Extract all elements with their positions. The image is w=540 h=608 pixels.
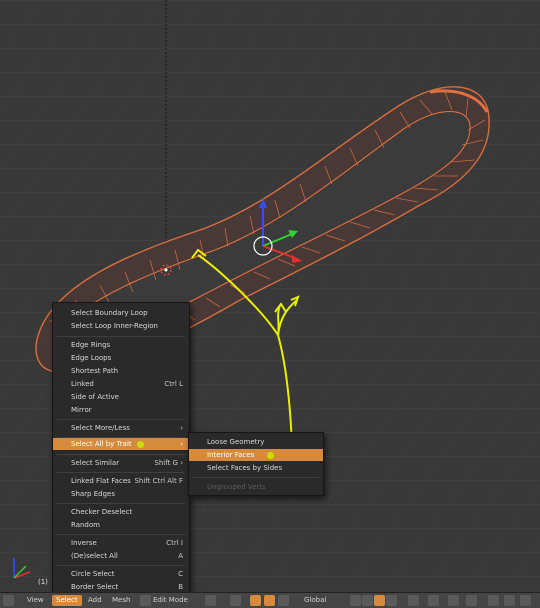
menu-item-shortcut: A (178, 552, 183, 560)
cursor-highlight-dot (137, 441, 144, 448)
menu-item-circle-select[interactable]: Circle Select C (53, 568, 189, 580)
menu-item-shortcut: Ctrl L (164, 380, 183, 388)
menu-item-select-boundary-loop[interactable]: Select Boundary Loop (53, 307, 189, 319)
menu-item-label: Circle Select (71, 570, 115, 578)
menu-item-shortcut: C (178, 570, 183, 578)
overlay-icon[interactable] (520, 595, 531, 606)
menu-item-shortcut: Ctrl I (166, 539, 183, 547)
menu-separator (57, 336, 185, 337)
render-icon[interactable] (488, 595, 499, 606)
menu-item-label: Border Select (71, 583, 119, 591)
menu-item-label: Select Similar (71, 459, 120, 467)
edit-mode-icon (140, 595, 151, 606)
layer-icon[interactable] (350, 595, 361, 606)
submenu-item-interior-faces[interactable]: Interior Faces (189, 449, 323, 461)
menu-separator (57, 472, 185, 473)
viewport-shading-icon[interactable] (205, 595, 216, 606)
viewport-header: View Select Add Mesh Edit Mode Global (0, 592, 540, 608)
frame-label: (1) (38, 578, 48, 586)
menu-item-inverse[interactable]: Inverse Ctrl I (53, 537, 189, 549)
vertex-select-icon[interactable] (362, 595, 373, 606)
menu-item-label: Edge Loops (71, 354, 112, 362)
menu-item-sharp-edges[interactable]: Sharp Edges (53, 488, 189, 500)
face-select-icon[interactable] (386, 595, 397, 606)
menu-item-select-loop-inner-region[interactable]: Select Loop Inner-Region (53, 320, 189, 332)
menu-item-label: (De)select All (71, 552, 118, 560)
mode-selector[interactable]: Edit Mode (153, 595, 188, 606)
submenu-arrow-icon: › (180, 440, 183, 448)
edge-select-icon[interactable] (374, 595, 385, 606)
snap-element-icon[interactable] (466, 595, 477, 606)
menu-item-side-of-active[interactable]: Side of Active (53, 391, 189, 403)
menu-item-select-more-less[interactable]: Select More/Less › (53, 422, 189, 434)
submenu-arrow-icon: › (180, 424, 183, 432)
menu-item-label: Select More/Less (71, 424, 130, 432)
menu-separator (57, 454, 185, 455)
pivot-point-icon[interactable] (230, 595, 241, 606)
menu-separator (57, 534, 185, 535)
menu-item-deselect-all[interactable]: (De)select All A (53, 550, 189, 562)
menu-item-linked-flat-faces[interactable]: Linked Flat Faces Shift Ctrl Alt F (53, 475, 189, 487)
menu-item-label: Select Boundary Loop (71, 309, 148, 317)
menu-separator (193, 477, 319, 478)
menu-item-label: Checker Deselect (71, 508, 133, 516)
menu-item-edge-loops[interactable]: Edge Loops (53, 352, 189, 364)
proportional-edit-icon[interactable] (428, 595, 439, 606)
menu-item-shortcut: Shift G › (154, 459, 183, 467)
select-all-by-trait-submenu: Loose Geometry Interior Faces Select Fac… (188, 432, 324, 496)
menu-separator (57, 419, 185, 420)
translate-icon[interactable] (264, 595, 275, 606)
menu-item-label: Linked Flat Faces (71, 477, 131, 485)
menu-item-edge-rings[interactable]: Edge Rings (53, 339, 189, 351)
snap-icon[interactable] (448, 595, 459, 606)
menu-item-label: Interior Faces (207, 451, 255, 459)
menu-item-label: Select Loop Inner-Region (71, 322, 158, 330)
menu-item-label: Inverse (71, 539, 97, 547)
rotate-icon[interactable] (278, 595, 289, 606)
select-menu-button[interactable]: Select (52, 595, 82, 606)
menu-item-label: Shortest Path (71, 367, 119, 375)
menu-item-select-similar[interactable]: Select Similar Shift G › (53, 457, 189, 469)
menu-item-label: Edge Rings (71, 341, 111, 349)
menu-item-shortcut: Shift Ctrl Alt F (134, 477, 183, 485)
menu-item-random[interactable]: Random (53, 519, 189, 531)
editor-type-icon[interactable] (3, 595, 14, 606)
view-menu[interactable]: View (27, 595, 44, 606)
menu-item-label: Sharp Edges (71, 490, 115, 498)
transform-orientation[interactable]: Global (304, 595, 326, 606)
cursor-highlight-dot (267, 452, 274, 459)
menu-item-label: Select All by Trait (71, 440, 132, 448)
occlude-geometry-icon[interactable] (408, 595, 419, 606)
menu-item-label: Mirror (71, 406, 92, 414)
menu-separator (57, 565, 185, 566)
submenu-item-loose-geometry[interactable]: Loose Geometry (189, 436, 323, 448)
menu-item-label: Linked (71, 380, 94, 388)
menu-item-linked[interactable]: Linked Ctrl L (53, 378, 189, 390)
submenu-item-select-faces-by-sides[interactable]: Select Faces by Sides (189, 462, 323, 474)
camera-icon[interactable] (504, 595, 515, 606)
manipulator-icon[interactable] (250, 595, 261, 606)
menu-item-label: Select Faces by Sides (207, 464, 283, 472)
submenu-item-ungrouped-verts: Ungrouped Verts (189, 481, 323, 493)
menu-item-label: Side of Active (71, 393, 119, 401)
add-menu[interactable]: Add (88, 595, 102, 606)
menu-item-checker-deselect[interactable]: Checker Deselect (53, 506, 189, 518)
menu-separator (57, 503, 185, 504)
menu-item-label: Ungrouped Verts (207, 483, 266, 491)
menu-item-mirror[interactable]: Mirror (53, 404, 189, 416)
menu-item-label: Random (71, 521, 100, 529)
menu-item-label: Loose Geometry (207, 438, 265, 446)
select-menu: Select Boundary Loop Select Loop Inner-R… (52, 302, 190, 596)
mesh-menu[interactable]: Mesh (112, 595, 130, 606)
menu-item-select-all-by-trait[interactable]: Select All by Trait › (53, 438, 189, 450)
menu-item-shortest-path[interactable]: Shortest Path (53, 365, 189, 377)
